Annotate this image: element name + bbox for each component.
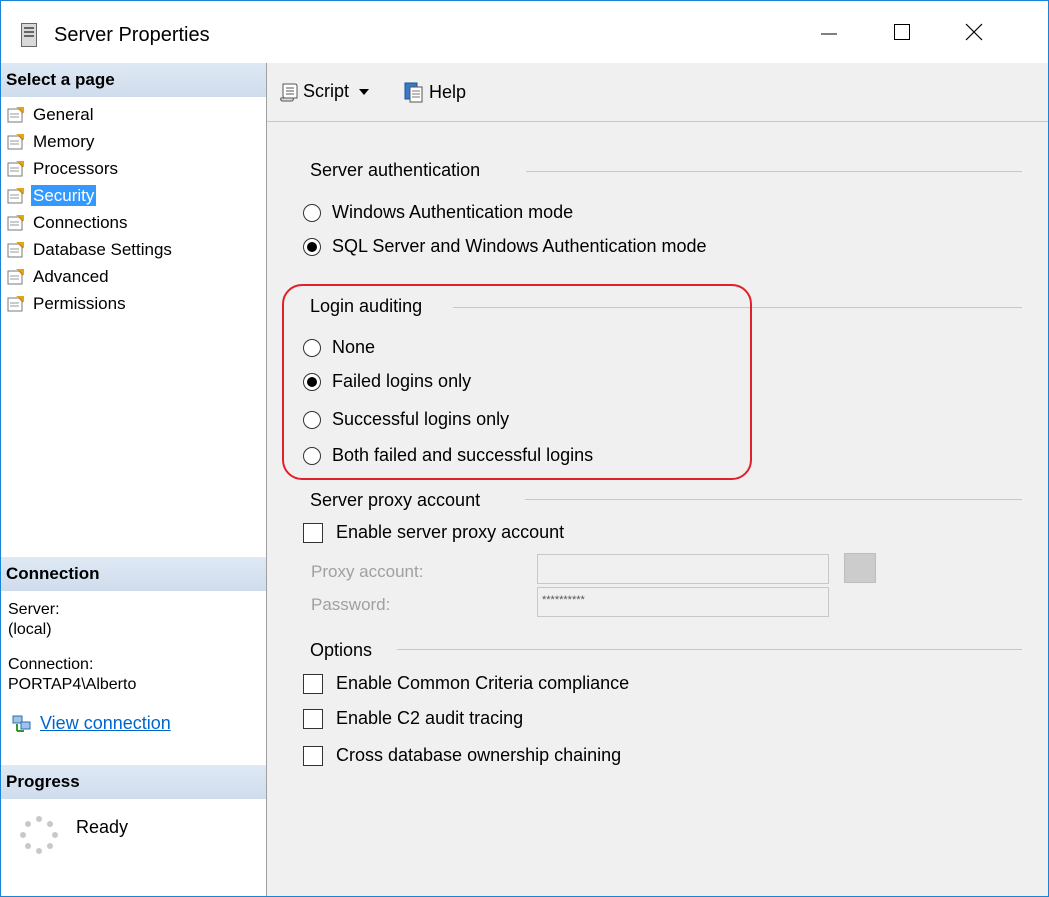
highlight-annotation bbox=[282, 284, 752, 480]
radio-button[interactable] bbox=[303, 203, 321, 222]
checkbox[interactable] bbox=[303, 708, 323, 729]
server-icon bbox=[21, 23, 37, 47]
password-label: Password: bbox=[311, 595, 391, 614]
page-icon bbox=[7, 295, 24, 311]
left-panel: Select a page General Memory Processors … bbox=[1, 63, 267, 896]
script-icon bbox=[280, 83, 298, 101]
page-label: Security bbox=[31, 185, 97, 206]
checkbox-enable-proxy[interactable]: Enable server proxy account bbox=[303, 522, 564, 543]
checkbox-label: Enable Common Criteria compliance bbox=[336, 673, 630, 693]
maximize-button[interactable] bbox=[875, 1, 929, 63]
minimize-icon bbox=[821, 33, 837, 35]
select-page-header: Select a page bbox=[1, 63, 266, 97]
page-label: Permissions bbox=[33, 294, 126, 313]
connection-header: Connection bbox=[1, 557, 266, 591]
page-item-general[interactable]: General bbox=[7, 101, 174, 128]
close-button[interactable] bbox=[947, 1, 1001, 63]
checkbox-common-criteria[interactable]: Enable Common Criteria compliance bbox=[303, 673, 629, 694]
page-item-advanced[interactable]: Advanced bbox=[7, 263, 174, 290]
page-label: General bbox=[33, 105, 94, 124]
close-icon bbox=[965, 23, 983, 41]
page-icon bbox=[7, 268, 24, 284]
page-item-permissions[interactable]: Permissions bbox=[7, 290, 174, 317]
options-title: Options bbox=[310, 640, 373, 660]
page-icon bbox=[7, 241, 24, 257]
page-icon bbox=[7, 106, 24, 122]
proxy-account-title: Server proxy account bbox=[310, 490, 481, 510]
page-item-memory[interactable]: Memory bbox=[7, 128, 174, 155]
checkbox[interactable] bbox=[303, 673, 323, 694]
proxy-account-input[interactable] bbox=[537, 554, 829, 584]
page-item-processors[interactable]: Processors bbox=[7, 155, 174, 182]
checkbox-label: Enable C2 audit tracing bbox=[336, 708, 524, 728]
page-icon bbox=[7, 187, 24, 203]
radio-button-selected[interactable] bbox=[303, 237, 321, 256]
server-properties-window: Server Properties Select a page General … bbox=[0, 0, 1049, 897]
server-authentication-title: Server authentication bbox=[310, 160, 481, 180]
connection-icon bbox=[12, 715, 31, 732]
page-item-connections[interactable]: Connections bbox=[7, 209, 174, 236]
view-connection-text[interactable]: View connection bbox=[40, 713, 171, 734]
connection-label: Connection: bbox=[8, 656, 94, 673]
minimize-button[interactable] bbox=[802, 1, 856, 63]
checkbox[interactable] bbox=[303, 522, 323, 543]
checkbox-label: Cross database ownership chaining bbox=[336, 745, 622, 765]
radio-windows-auth[interactable]: Windows Authentication mode bbox=[303, 202, 573, 223]
checkbox-c2-audit[interactable]: Enable C2 audit tracing bbox=[303, 708, 523, 729]
toolbar: Script Help bbox=[267, 63, 1048, 122]
checkbox-label: Enable server proxy account bbox=[336, 522, 565, 542]
page-label: Advanced bbox=[33, 267, 109, 286]
help-button[interactable]: Help bbox=[403, 81, 466, 103]
page-icon bbox=[7, 133, 24, 149]
view-connection-link[interactable]: View connection bbox=[12, 713, 171, 734]
help-icon bbox=[404, 82, 423, 103]
server-label: Server: bbox=[8, 601, 60, 618]
group-divider bbox=[525, 499, 1022, 500]
proxy-account-browse-button[interactable] bbox=[844, 553, 876, 583]
progress-status: Ready bbox=[76, 817, 129, 837]
radio-mixed-auth[interactable]: SQL Server and Windows Authentication mo… bbox=[303, 236, 707, 257]
script-label: Script bbox=[303, 81, 350, 101]
page-icon bbox=[7, 160, 24, 176]
connection-value: PORTAP4\Alberto bbox=[8, 676, 137, 693]
title-bar: Server Properties bbox=[1, 1, 1048, 63]
password-input[interactable]: ********** bbox=[537, 587, 829, 617]
group-divider bbox=[397, 649, 1022, 650]
proxy-account-label: Proxy account: bbox=[311, 562, 424, 581]
progress-spinner-icon bbox=[20, 816, 58, 854]
page-label: Connections bbox=[33, 213, 128, 232]
help-label: Help bbox=[429, 81, 467, 102]
page-item-security[interactable]: Security bbox=[7, 182, 174, 209]
checkbox[interactable] bbox=[303, 745, 323, 766]
page-label: Database Settings bbox=[33, 240, 172, 259]
radio-label: SQL Server and Windows Authentication mo… bbox=[332, 236, 707, 256]
progress-header: Progress bbox=[1, 765, 266, 799]
page-label: Processors bbox=[33, 159, 119, 178]
chevron-down-icon[interactable] bbox=[359, 88, 370, 96]
page-list: General Memory Processors Security Conne… bbox=[7, 101, 174, 317]
radio-label: Windows Authentication mode bbox=[332, 202, 574, 222]
window-title: Server Properties bbox=[54, 24, 210, 46]
script-button[interactable]: Script bbox=[279, 81, 373, 102]
group-divider bbox=[526, 171, 1022, 172]
maximize-icon bbox=[894, 24, 910, 40]
page-icon bbox=[7, 214, 24, 230]
page-item-database-settings[interactable]: Database Settings bbox=[7, 236, 174, 263]
page-label: Memory bbox=[33, 132, 95, 151]
server-value: (local) bbox=[8, 621, 52, 638]
checkbox-cross-db-chaining[interactable]: Cross database ownership chaining bbox=[303, 745, 621, 766]
